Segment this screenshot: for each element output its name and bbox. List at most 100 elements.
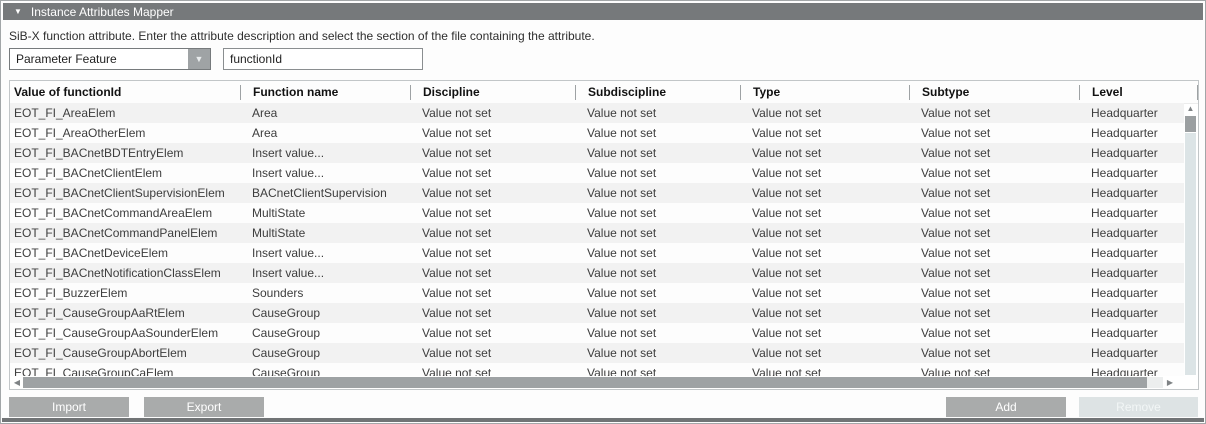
table-cell: EOT_FI_AreaOtherElem	[10, 126, 240, 140]
table-cell: EOT_FI_BACnetCommandPanelElem	[10, 226, 240, 240]
column-header[interactable]: Subtype	[909, 85, 1079, 100]
table-cell: Value not set	[909, 206, 1079, 220]
table-cell: Value not set	[909, 346, 1079, 360]
table-row[interactable]: EOT_FI_CauseGroupAbortElemCauseGroup Valu…	[10, 343, 1184, 363]
table-cell: Value not set	[410, 126, 575, 140]
panel-title-bar[interactable]: ▼ Instance Attributes Mapper	[3, 3, 1203, 20]
column-header[interactable]: Type	[740, 85, 909, 100]
column-header[interactable]: Value of functionId	[10, 85, 240, 100]
attribute-type-select[interactable]: Parameter Feature ▼	[9, 48, 211, 70]
table-cell: Area	[240, 126, 410, 140]
table-cell: EOT_FI_CauseGroupAbortElem	[10, 346, 240, 360]
table-cell: Value not set	[909, 246, 1079, 260]
table-cell: Value not set	[410, 306, 575, 320]
panel-bottom-edge	[2, 418, 1204, 422]
horizontal-scrollbar-thumb[interactable]	[23, 377, 1147, 388]
table-cell: Value not set	[410, 266, 575, 280]
table-cell: Headquarter	[1079, 126, 1184, 140]
table-cell: EOT_FI_CauseGroupCaElem	[10, 366, 240, 376]
table-cell: Headquarter	[1079, 166, 1184, 180]
table-cell: Value not set	[909, 326, 1079, 340]
table-cell: Value not set	[410, 226, 575, 240]
remove-button[interactable]: Remove	[1079, 397, 1198, 417]
table-cell: Value not set	[909, 286, 1079, 300]
table-cell: MultiState	[240, 226, 410, 240]
table-row[interactable]: EOT_FI_BACnetCommandPanelElemMultiStateV…	[10, 223, 1184, 243]
column-header[interactable]: Level	[1079, 85, 1198, 100]
table-cell: EOT_FI_CauseGroupAaSounderElem	[10, 326, 240, 340]
horizontal-scrollbar[interactable]: ◀ ▶	[11, 376, 1184, 389]
table-row[interactable]: EOT_FI_BACnetClientElemInsert value...Va…	[10, 163, 1184, 183]
table-cell: Sounders	[240, 286, 410, 300]
panel-title: Instance Attributes Mapper	[31, 5, 174, 19]
column-header[interactable]: Function name	[240, 85, 410, 100]
vertical-scrollbar-thumb[interactable]	[1185, 116, 1196, 132]
scroll-right-icon[interactable]: ▶	[1163, 378, 1177, 387]
horizontal-scrollbar-track[interactable]	[1147, 377, 1163, 388]
collapse-triangle-icon[interactable]: ▼	[14, 8, 22, 16]
table-cell: Value not set	[740, 126, 909, 140]
table-cell: Value not set	[909, 106, 1079, 120]
table-cell: EOT_FI_BuzzerElem	[10, 286, 240, 300]
table-row[interactable]: EOT_FI_CauseGroupAaRtElemCauseGroupValue…	[10, 303, 1184, 323]
table-cell: Value not set	[575, 146, 740, 160]
table-cell: CauseGroup	[240, 346, 410, 360]
attribute-type-selected-value: Parameter Feature	[10, 52, 188, 66]
table-cell: Headquarter	[1079, 246, 1184, 260]
table-row[interactable]: EOT_FI_BACnetClientSupervisionElemBACnet…	[10, 183, 1184, 203]
table-row[interactable]: EOT_FI_CauseGroupAaSounderElemCauseGroup…	[10, 323, 1184, 343]
table-cell: Value not set	[740, 366, 909, 376]
instruction-text: SiB-X function attribute. Enter the attr…	[9, 29, 595, 43]
table-row[interactable]: EOT_FI_CauseGroupCaElemCauseGroupValue n…	[10, 363, 1184, 376]
vertical-scrollbar-track[interactable]	[1185, 133, 1196, 375]
table-cell: Value not set	[575, 326, 740, 340]
table-header: Value of functionIdFunction nameDiscipli…	[10, 81, 1198, 104]
table-cell: Value not set	[909, 146, 1079, 160]
table-cell: Value not set	[410, 286, 575, 300]
table-cell: Value not set	[740, 166, 909, 180]
combo-dropdown-button[interactable]: ▼	[188, 49, 210, 69]
table-cell: Value not set	[740, 286, 909, 300]
table-cell: Value not set	[909, 366, 1079, 376]
table-cell: Value not set	[740, 306, 909, 320]
table-cell: Value not set	[909, 266, 1079, 280]
table-row[interactable]: EOT_FI_AreaElemAreaValue not setValue no…	[10, 103, 1184, 123]
table-cell: Value not set	[909, 226, 1079, 240]
table-row[interactable]: EOT_FI_BACnetCommandAreaElemMultiStateVa…	[10, 203, 1184, 223]
table-cell: Value not set	[740, 226, 909, 240]
table-cell: Value not set	[740, 266, 909, 280]
table-cell: Insert value...	[240, 146, 410, 160]
table-cell: Value not set	[909, 126, 1079, 140]
table-cell: Value not set	[410, 146, 575, 160]
table-cell: Value not set	[575, 246, 740, 260]
attribute-description-input[interactable]	[223, 48, 423, 70]
table-row[interactable]: EOT_FI_BACnetBDTEntryElemInsert value...…	[10, 143, 1184, 163]
scroll-up-icon[interactable]: ▲	[1187, 104, 1195, 114]
export-button[interactable]: Export	[144, 397, 264, 417]
table-row[interactable]: EOT_FI_BuzzerElemSoundersValue not setVa…	[10, 283, 1184, 303]
add-button[interactable]: Add	[946, 397, 1066, 417]
table-cell: Headquarter	[1079, 106, 1184, 120]
table-cell: EOT_FI_BACnetClientSupervisionElem	[10, 186, 240, 200]
table-row[interactable]: EOT_FI_AreaOtherElemAreaValue not setVal…	[10, 123, 1184, 143]
column-header[interactable]: Subdiscipline	[575, 85, 740, 100]
column-header[interactable]: Discipline	[410, 85, 575, 100]
table-cell: Value not set	[740, 246, 909, 260]
table-cell: Area	[240, 106, 410, 120]
table-cell: Headquarter	[1079, 346, 1184, 360]
table-cell: Headquarter	[1079, 366, 1184, 376]
table-cell: Value not set	[575, 226, 740, 240]
table-cell: Value not set	[575, 366, 740, 376]
table-cell: Headquarter	[1079, 226, 1184, 240]
table-row[interactable]: EOT_FI_BACnetNotificationClassElemInsert…	[10, 263, 1184, 283]
table-cell: MultiState	[240, 206, 410, 220]
table-cell: Value not set	[909, 306, 1079, 320]
table-cell: Value not set	[740, 326, 909, 340]
vertical-scrollbar[interactable]: ▲	[1184, 104, 1197, 375]
table-row[interactable]: EOT_FI_BACnetDeviceElemInsert value...Va…	[10, 243, 1184, 263]
table-cell: Value not set	[575, 106, 740, 120]
import-button[interactable]: Import	[9, 397, 129, 417]
table-cell: Value not set	[909, 186, 1079, 200]
scroll-left-icon[interactable]: ◀	[11, 378, 23, 387]
table-cell: Value not set	[410, 206, 575, 220]
